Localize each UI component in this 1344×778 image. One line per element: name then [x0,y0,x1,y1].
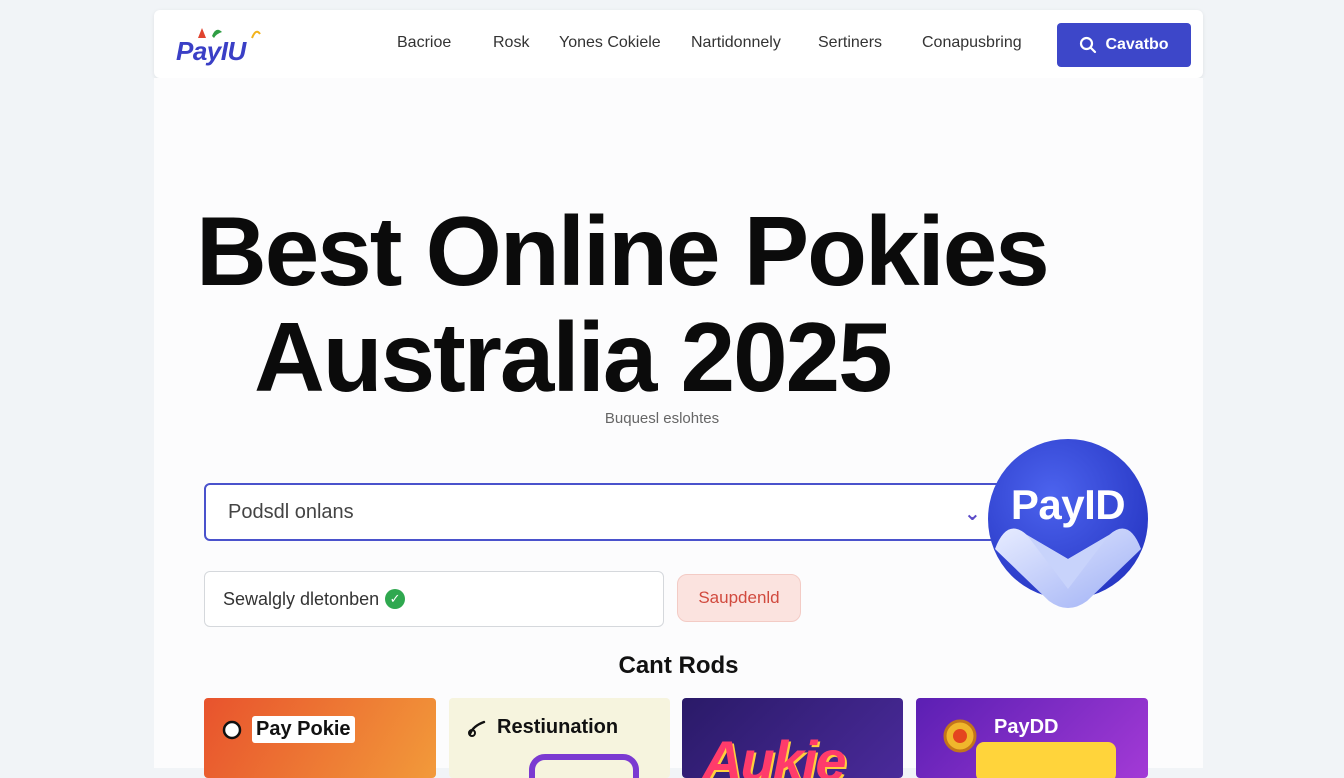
page: PayIU Bacrioe Rosk Yones Cokiele Nartido… [154,10,1203,778]
nav-link-5[interactable]: Sertiners [818,34,882,52]
card-2-label: Restiunation [497,716,619,738]
circle-icon [222,720,242,739]
card-3[interactable]: Aukie [682,698,903,778]
payid-badge: PayID [987,439,1149,621]
search-input[interactable] [228,485,928,539]
card-4-label: PayDD [994,716,1059,738]
search-icon [1080,36,1097,54]
check-icon: ✓ [385,589,406,609]
search-box: ⌄ [204,483,1016,541]
card-2[interactable]: Restiunation [449,698,670,778]
card-1-label-wrap: Pay Pokie [222,716,355,743]
logo[interactable]: PayIU [176,24,266,66]
chevron-icon[interactable]: ⌄ [964,501,981,526]
nav-search-button[interactable]: Cavatbo [1057,23,1191,67]
badge-text: PayID [1010,481,1126,528]
nav-search-button-label: Cavatbo [1105,36,1169,53]
hero-title-line2: Australia 2025 [254,302,893,412]
logo-text: PayIU [176,36,246,66]
filter-text: Sewalgly dletonben [223,588,380,609]
card-2-art [529,754,639,778]
payid-shield-icon [988,439,1148,608]
coin-icon [943,719,977,753]
card-4-art [976,742,1116,778]
nav-link-4[interactable]: Nartidonnely [691,34,781,52]
card-4[interactable]: PayDD [916,698,1148,778]
nav-link-6[interactable]: Conapusbring [922,34,1022,52]
filter-field[interactable]: Sewalgly dletonben ✓ [204,571,664,627]
card-2-label-wrap: Restiunation [467,716,618,739]
top-nav: PayIU Bacrioe Rosk Yones Cokiele Nartido… [154,10,1203,78]
check-mark-icon [468,720,486,737]
nav-link-2[interactable]: Rosk [493,34,529,52]
card-3-title: Aukie [702,729,846,778]
hero-title-line1: Best Online Pokies [196,196,1050,306]
nav-link-3[interactable]: Yones Cokiele [559,34,661,52]
hero-subtitle: Buquesl eslohtes [604,410,720,427]
section-title: Cant Rods [618,652,739,679]
pill-button[interactable]: Saupdenld [677,574,801,622]
nav-link-1[interactable]: Bacrioe [397,34,451,52]
main-content: Best Online Pokies Australia 2025 Buques… [154,78,1203,778]
card-1[interactable]: Pay Pokie [204,698,436,778]
card-1-label: Pay Pokie [252,716,355,743]
